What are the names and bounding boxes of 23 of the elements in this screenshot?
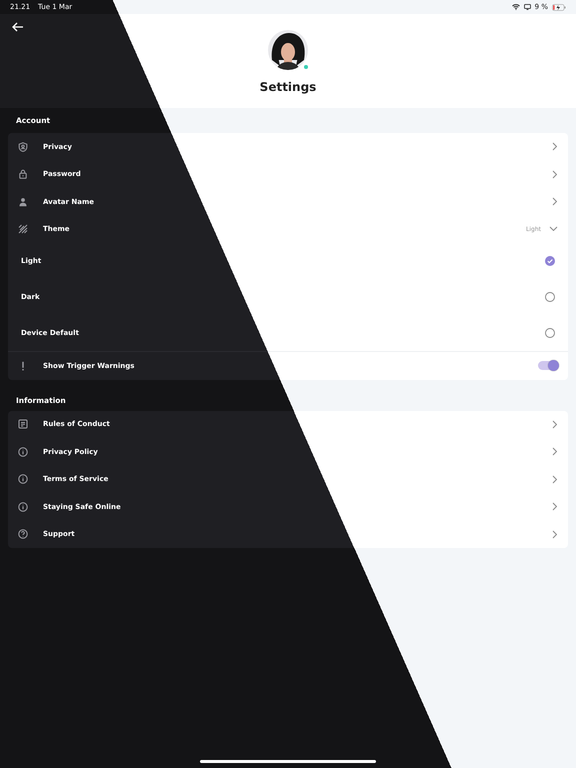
page-title: Settings [260,79,316,96]
chevron-right-icon [552,420,558,429]
chevron-right-icon [552,197,558,206]
chevron-right-icon [552,530,558,539]
document-icon [18,419,28,430]
lock-icon [18,169,28,180]
person-icon [18,196,28,207]
wifi-icon [512,4,520,10]
info-icon [18,474,28,484]
shield-icon [18,142,28,152]
info-icon [18,446,28,457]
battery-charging-icon [552,4,566,10]
toggle-switch[interactable] [538,361,558,370]
chevron-right-icon [552,474,558,484]
chevron-right-icon [552,142,558,152]
info-icon [18,502,28,512]
question-icon [18,529,28,540]
theme-icon [18,224,28,234]
chevron-right-icon [552,447,558,456]
back-icon [12,22,24,32]
screen-mirroring-icon [524,4,531,10]
chevron-right-icon [552,502,558,512]
chevron-right-icon [552,170,558,179]
